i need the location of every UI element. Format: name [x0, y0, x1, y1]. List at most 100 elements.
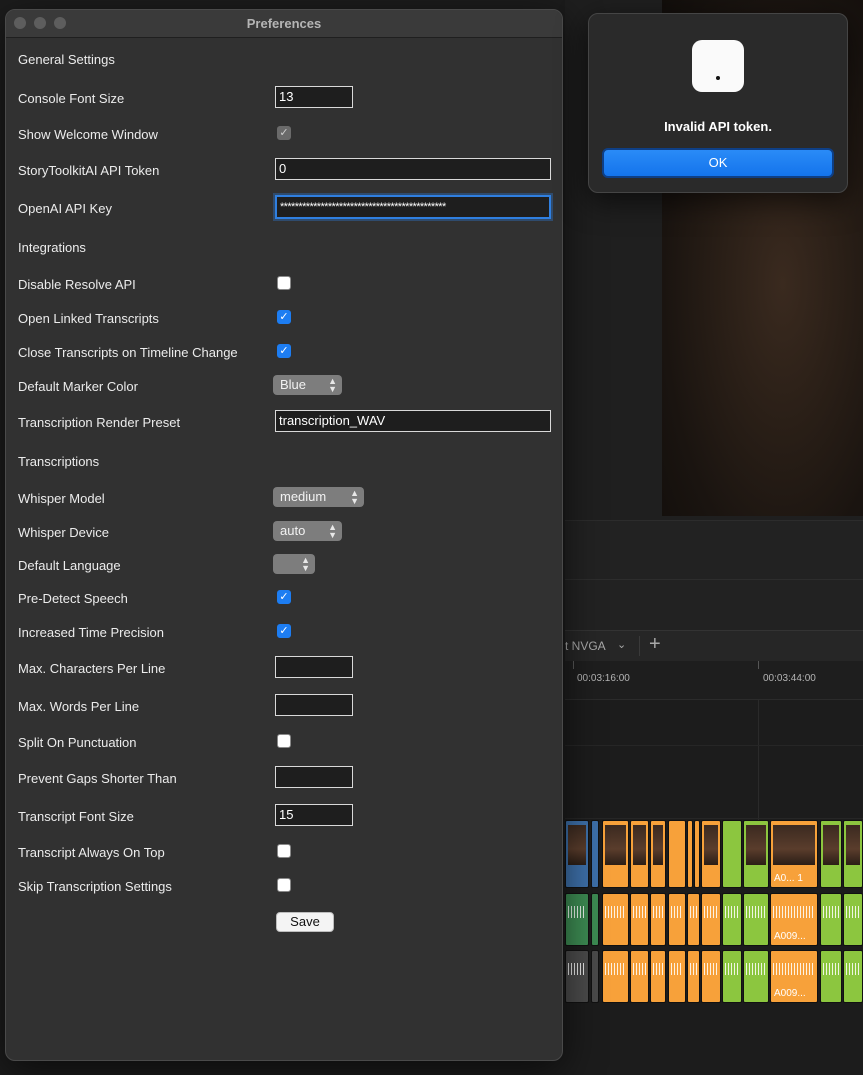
prevent-gaps-shorter-than-label: Prevent Gaps Shorter Than [18, 771, 177, 786]
ok-button[interactable]: OK [602, 148, 834, 178]
video-clip[interactable] [565, 820, 589, 888]
audio-clip[interactable] [650, 950, 666, 1003]
audio-clip[interactable] [630, 950, 649, 1003]
transcription-render-preset-input[interactable]: transcription_WAV [275, 410, 551, 432]
clip-label: A009... [774, 988, 806, 999]
split-on-punctuation-checkbox[interactable] [277, 734, 291, 748]
audio-clip[interactable] [591, 893, 599, 946]
video-clip[interactable] [743, 820, 769, 888]
console-font-size-label: Console Font Size [18, 91, 125, 106]
alert-dialog: Invalid API token. OK [588, 13, 848, 193]
video-clip[interactable] [650, 820, 666, 888]
transcript-always-on-top-checkbox[interactable] [277, 844, 291, 858]
default-marker-color-label: Default Marker Color [18, 379, 138, 394]
audio-clip[interactable] [743, 950, 769, 1003]
audio-clip[interactable] [687, 893, 700, 946]
section-transcriptions: Transcriptions [18, 454, 100, 469]
transcript-font-size-input[interactable]: 15 [275, 804, 353, 826]
audio-clip[interactable] [687, 950, 700, 1003]
video-clip[interactable] [687, 820, 693, 888]
app-icon [692, 40, 744, 92]
audio-clip[interactable] [701, 950, 721, 1003]
skip-transcription-settings-checkbox[interactable] [277, 878, 291, 892]
divider [639, 636, 640, 656]
video-clip[interactable] [722, 820, 742, 888]
whisper-device-label: Whisper Device [18, 525, 110, 540]
prevent-gaps-shorter-than-input[interactable] [275, 766, 353, 788]
skip-transcription-settings-label: Skip Transcription Settings [18, 879, 172, 894]
audio-clip[interactable] [843, 950, 863, 1003]
openai-api-key-input[interactable]: ****************************************… [275, 195, 551, 219]
section-general-settings: General Settings [18, 52, 115, 67]
pre-detect-speech-label: Pre-Detect Speech [18, 591, 128, 606]
chevron-down-icon[interactable]: ⌄ [617, 638, 626, 651]
increased-time-precision-checkbox[interactable]: ✓ [277, 624, 291, 638]
audio-clip[interactable] [565, 893, 589, 946]
timeline-name[interactable]: t NVGA [565, 639, 606, 653]
console-font-size-input[interactable]: 13 [275, 86, 353, 108]
show-welcome-window-checkbox[interactable]: ✓ [277, 126, 291, 140]
window-title: Preferences [246, 16, 322, 31]
increased-time-precision-label: Increased Time Precision [18, 625, 164, 640]
pre-detect-speech-checkbox[interactable]: ✓ [277, 590, 291, 604]
transcript-always-on-top-label: Transcript Always On Top [18, 845, 165, 860]
video-clip[interactable] [630, 820, 649, 888]
video-clip[interactable] [694, 820, 700, 888]
audio-clip[interactable] [668, 950, 686, 1003]
transcript-font-size-label: Transcript Font Size [18, 809, 134, 824]
audio-clip[interactable]: A009... [770, 950, 818, 1003]
max-words-per-line-label: Max. Words Per Line [18, 699, 140, 714]
timeline-tracks[interactable]: A0... 1 A009... A009... [565, 700, 863, 1075]
updown-arrows-icon: ▲ ▼ [328, 376, 337, 394]
max-characters-per-line-input[interactable] [275, 656, 353, 678]
open-linked-transcripts-label: Open Linked Transcripts [18, 311, 159, 326]
storytoolkit-api-token-input[interactable]: 0 [275, 158, 551, 180]
close-transcripts-checkbox[interactable]: ✓ [277, 344, 291, 358]
video-clip[interactable] [591, 820, 599, 888]
default-marker-color-select[interactable]: Blue ▲ ▼ [273, 375, 342, 395]
audio-clip[interactable] [565, 950, 589, 1003]
timeline-ruler[interactable]: 00:03:16:00 00:03:44:00 [565, 661, 863, 700]
video-clip[interactable] [843, 820, 863, 888]
max-words-per-line-input[interactable] [275, 694, 353, 716]
timecode-label: 00:03:16:00 [577, 673, 630, 684]
title-bar[interactable]: Preferences [6, 10, 562, 38]
timeline-header: t NVGA ⌄ + [565, 630, 863, 662]
audio-clip[interactable] [820, 893, 842, 946]
audio-clip[interactable] [743, 893, 769, 946]
plus-icon[interactable]: + [649, 633, 661, 656]
audio-clip[interactable]: A009... [770, 893, 818, 946]
audio-clip[interactable] [630, 893, 649, 946]
audio-clip[interactable] [701, 893, 721, 946]
audio-clip[interactable] [591, 950, 599, 1003]
whisper-model-select[interactable]: medium ▲ ▼ [273, 487, 364, 507]
video-clip[interactable]: A0... 1 [770, 820, 818, 888]
clip-label: A009... [774, 931, 806, 942]
audio-clip[interactable] [843, 893, 863, 946]
disable-resolve-api-checkbox[interactable] [277, 276, 291, 290]
save-button[interactable]: Save [276, 912, 334, 932]
updown-arrows-icon: ▲ ▼ [350, 488, 359, 506]
whisper-model-label: Whisper Model [18, 491, 105, 506]
video-clip[interactable] [602, 820, 629, 888]
video-clip[interactable] [701, 820, 721, 888]
audio-clip[interactable] [602, 893, 629, 946]
audio-clip[interactable] [602, 950, 629, 1003]
audio-clip[interactable] [820, 950, 842, 1003]
whisper-device-select[interactable]: auto ▲ ▼ [273, 521, 342, 541]
audio-clip[interactable] [668, 893, 686, 946]
video-clip[interactable] [820, 820, 842, 888]
audio-clip[interactable] [722, 893, 742, 946]
default-language-label: Default Language [18, 558, 121, 573]
updown-arrows-icon: ▲ ▼ [301, 555, 310, 573]
show-welcome-window-label: Show Welcome Window [18, 127, 158, 142]
video-clip[interactable] [668, 820, 686, 888]
storytoolkit-api-token-label: StoryToolkitAI API Token [18, 163, 160, 178]
audio-clip[interactable] [650, 893, 666, 946]
open-linked-transcripts-checkbox[interactable]: ✓ [277, 310, 291, 324]
section-integrations: Integrations [18, 240, 86, 255]
default-language-select[interactable]: ▲ ▼ [273, 554, 315, 574]
select-value: auto [280, 523, 306, 538]
audio-clip[interactable] [722, 950, 742, 1003]
updown-arrows-icon: ▲ ▼ [328, 522, 337, 540]
